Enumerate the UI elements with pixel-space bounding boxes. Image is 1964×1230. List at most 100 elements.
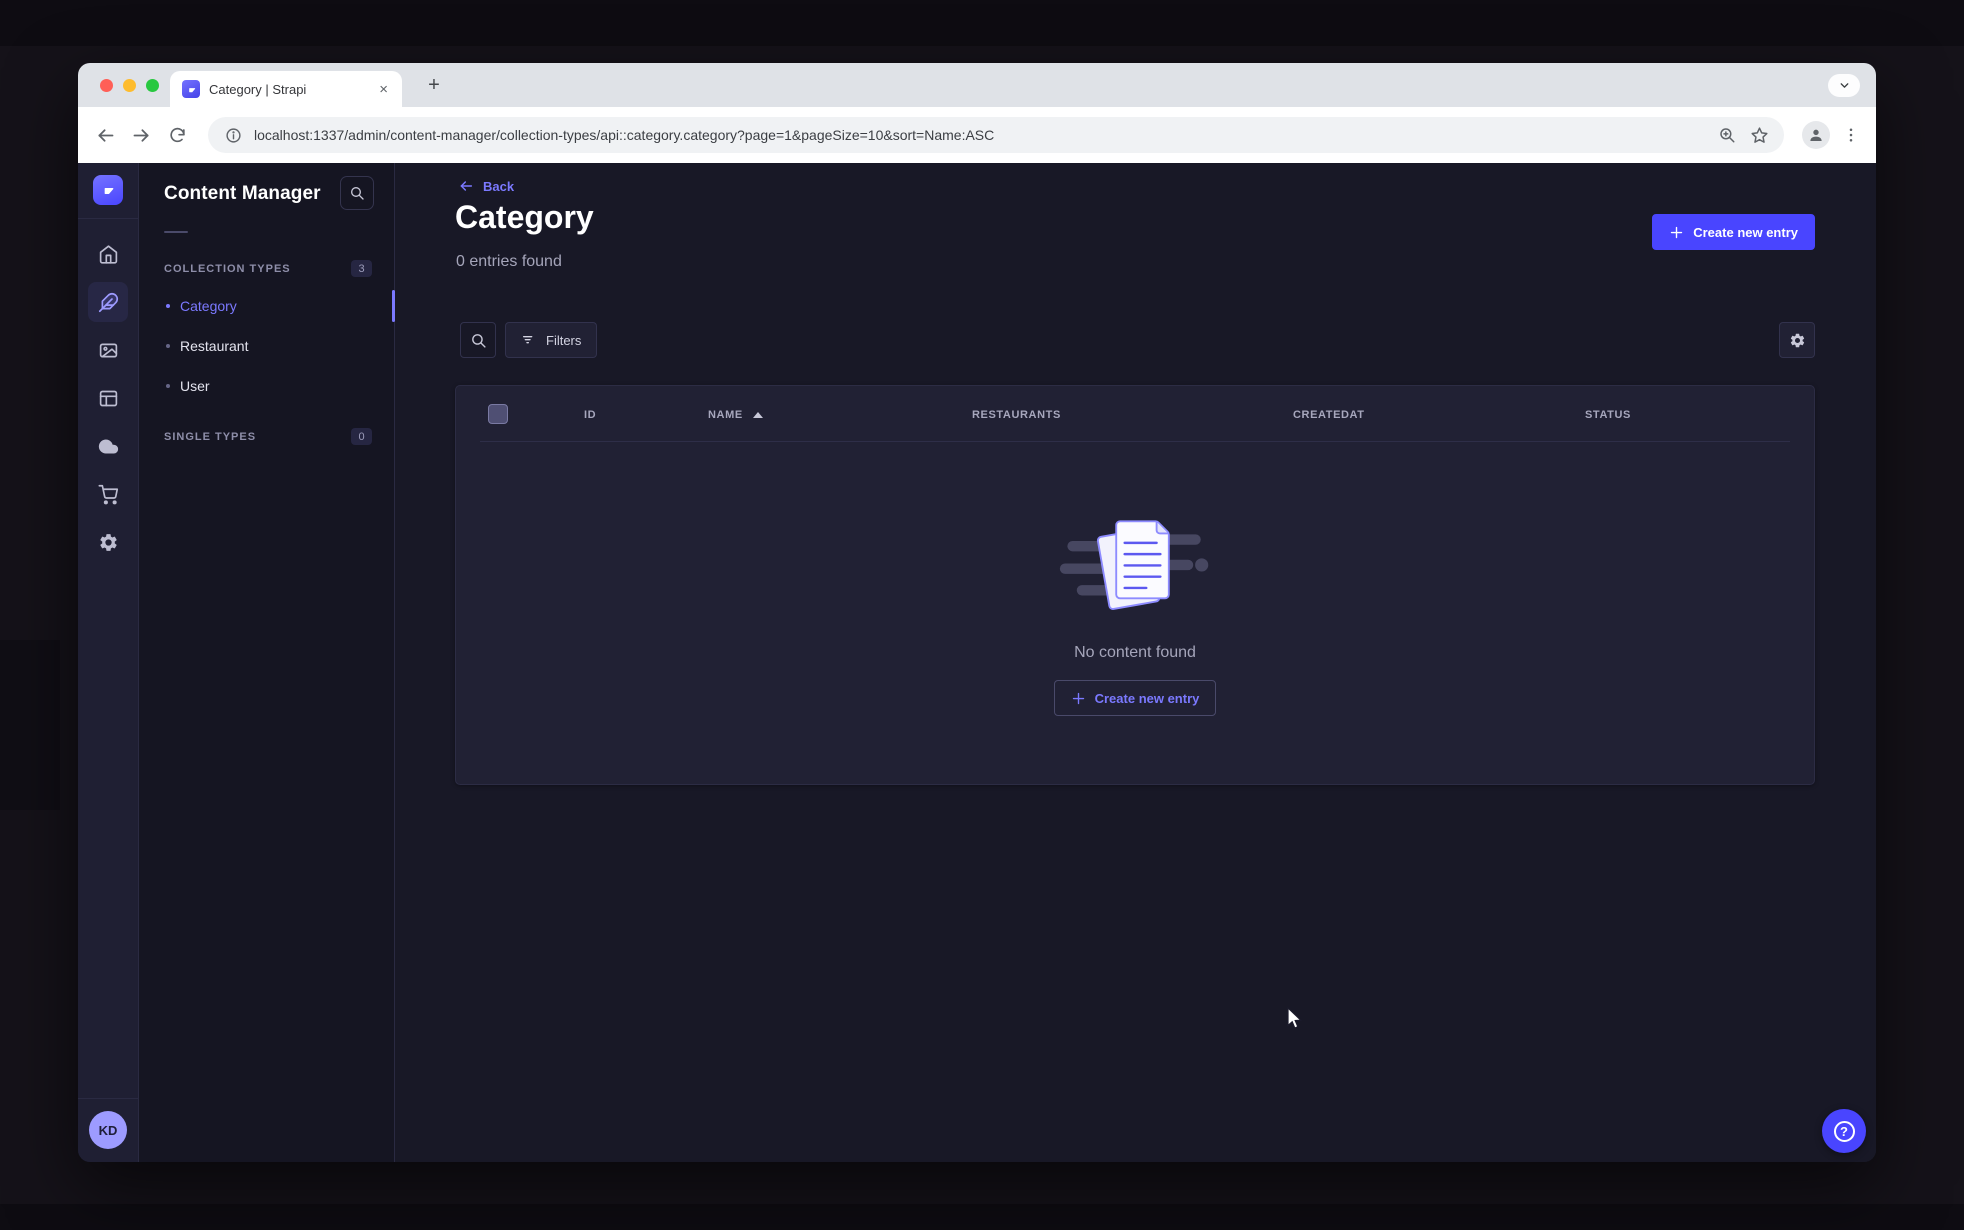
browser-window: Category | Strapi × + localhost:1337/adm… xyxy=(78,63,1876,1162)
back-link[interactable]: Back xyxy=(458,178,514,194)
tab-title: Category | Strapi xyxy=(209,81,307,97)
subnav-item-restaurant[interactable]: Restaurant xyxy=(139,326,394,366)
bullet-icon xyxy=(166,344,170,348)
help-button[interactable]: ? xyxy=(1822,1109,1866,1153)
subnav-divider xyxy=(164,231,188,233)
empty-create-new-entry-button[interactable]: Create new entry xyxy=(1053,680,1217,716)
strapi-logo[interactable] xyxy=(93,175,123,205)
url-bar[interactable]: localhost:1337/admin/content-manager/col… xyxy=(208,117,1784,153)
list-actions: Filters xyxy=(460,322,598,358)
info-icon[interactable] xyxy=(222,124,244,146)
gear-icon xyxy=(1790,333,1804,347)
section-label: COLLECTION TYPES xyxy=(164,262,291,275)
nav-divider xyxy=(78,1098,138,1099)
chevron-down-icon xyxy=(1840,83,1848,88)
nav-item-marketplace[interactable] xyxy=(88,474,128,514)
section-single-types: SINGLE TYPES 0 xyxy=(139,428,394,445)
marketplace-cart-icon xyxy=(97,484,118,504)
filters-label: Filters xyxy=(546,332,582,348)
plus-icon xyxy=(1671,226,1683,238)
subnav-item-label: Category xyxy=(180,298,237,314)
collection-types-list: Category Restaurant User xyxy=(139,286,395,406)
settings-gear-icon xyxy=(99,533,117,551)
arrow-left-icon xyxy=(460,181,473,191)
browser-tab[interactable]: Category | Strapi × xyxy=(170,71,402,107)
column-header-status[interactable]: STATUS xyxy=(1585,409,1631,421)
column-header-createdat[interactable]: CREATEDAT xyxy=(1293,409,1365,421)
bookmark-star-icon[interactable] xyxy=(1748,124,1770,146)
view-settings-button[interactable] xyxy=(1779,322,1815,358)
main-nav: KD xyxy=(78,163,139,1162)
empty-documents-illustration xyxy=(1059,520,1209,610)
browser-toolbar: localhost:1337/admin/content-manager/col… xyxy=(78,107,1876,163)
plus-icon xyxy=(1072,692,1084,704)
section-label: SINGLE TYPES xyxy=(164,430,257,443)
column-header-name[interactable]: NAME xyxy=(708,409,763,421)
bullet-icon xyxy=(166,384,170,388)
forward-button[interactable] xyxy=(128,122,154,148)
search-icon xyxy=(471,333,486,348)
nav-items xyxy=(88,234,128,562)
new-tab-button[interactable]: + xyxy=(422,73,446,97)
filters-button[interactable]: Filters xyxy=(505,322,598,358)
nav-item-home[interactable] xyxy=(88,234,128,274)
minimize-window-button[interactable] xyxy=(123,79,136,92)
subnav-item-user[interactable]: User xyxy=(139,366,394,406)
user-avatar[interactable]: KD xyxy=(89,1111,127,1149)
content-manager-subnav: Content Manager COLLECTION TYPES 3 Categ… xyxy=(139,163,395,1162)
empty-create-label: Create new entry xyxy=(1094,690,1200,706)
nav-divider xyxy=(78,218,139,219)
desktop-band xyxy=(0,1204,1964,1230)
zoom-icon[interactable] xyxy=(1716,124,1738,146)
empty-state: No content found Create new entry xyxy=(456,442,1814,784)
nav-item-settings[interactable] xyxy=(88,522,128,562)
search-button[interactable] xyxy=(460,322,496,358)
kebab-menu-icon[interactable] xyxy=(1840,124,1862,146)
reload-button[interactable] xyxy=(164,122,190,148)
page-title: Category xyxy=(455,199,594,235)
profile-icon[interactable] xyxy=(1802,121,1830,149)
tab-search-chevron-button[interactable] xyxy=(1828,74,1860,97)
column-header-id[interactable]: ID xyxy=(584,409,596,421)
close-window-button[interactable] xyxy=(100,79,113,92)
back-button[interactable] xyxy=(92,122,118,148)
entries-table: ID NAME RESTAURANTS CREATEDAT STATUS No … xyxy=(455,385,1815,785)
mouse-cursor xyxy=(1287,1006,1303,1029)
home-icon xyxy=(99,244,117,264)
nav-item-content-type-builder[interactable] xyxy=(88,378,128,418)
nav-item-content-manager[interactable] xyxy=(88,282,128,322)
select-all-checkbox[interactable] xyxy=(488,404,508,424)
strapi-favicon xyxy=(182,80,200,98)
nav-item-media-library[interactable] xyxy=(88,330,128,370)
desktop-band xyxy=(0,0,1964,46)
subnav-item-label: User xyxy=(180,378,210,394)
column-header-restaurants[interactable]: RESTAURANTS xyxy=(972,409,1061,421)
create-new-entry-label: Create new entry xyxy=(1693,224,1798,240)
maximize-window-button[interactable] xyxy=(146,79,159,92)
collection-types-count-badge: 3 xyxy=(351,260,372,277)
forward-icon xyxy=(133,128,149,142)
content-type-builder-icon xyxy=(99,390,117,406)
desktop-band xyxy=(0,640,60,810)
url-text[interactable]: localhost:1337/admin/content-manager/col… xyxy=(254,127,1706,143)
back-label: Back xyxy=(483,178,515,194)
filter-icon xyxy=(523,336,533,344)
subnav-item-category[interactable]: Category xyxy=(139,286,395,326)
subnav-title: Content Manager xyxy=(164,183,321,204)
feather-icon xyxy=(98,292,118,312)
single-types-count-badge: 0 xyxy=(351,428,372,445)
back-icon xyxy=(97,128,113,142)
section-collection-types: COLLECTION TYPES 3 xyxy=(139,260,394,277)
nav-bottom: KD xyxy=(78,1098,138,1162)
subnav-search-button[interactable] xyxy=(340,176,374,210)
create-new-entry-button[interactable]: Create new entry xyxy=(1652,214,1815,250)
strapi-app: KD Content Manager COLLECTION TYPES 3 Ca… xyxy=(78,163,1876,1162)
close-tab-icon[interactable]: × xyxy=(377,80,390,99)
cloud-icon xyxy=(98,439,118,453)
search-icon xyxy=(351,187,364,200)
question-mark-icon: ? xyxy=(1833,1120,1855,1142)
sort-asc-icon[interactable] xyxy=(752,411,763,418)
nav-item-cloud[interactable] xyxy=(88,426,128,466)
subnav-item-label: Restaurant xyxy=(180,338,249,354)
browser-tab-strip: Category | Strapi × + xyxy=(78,63,1876,107)
